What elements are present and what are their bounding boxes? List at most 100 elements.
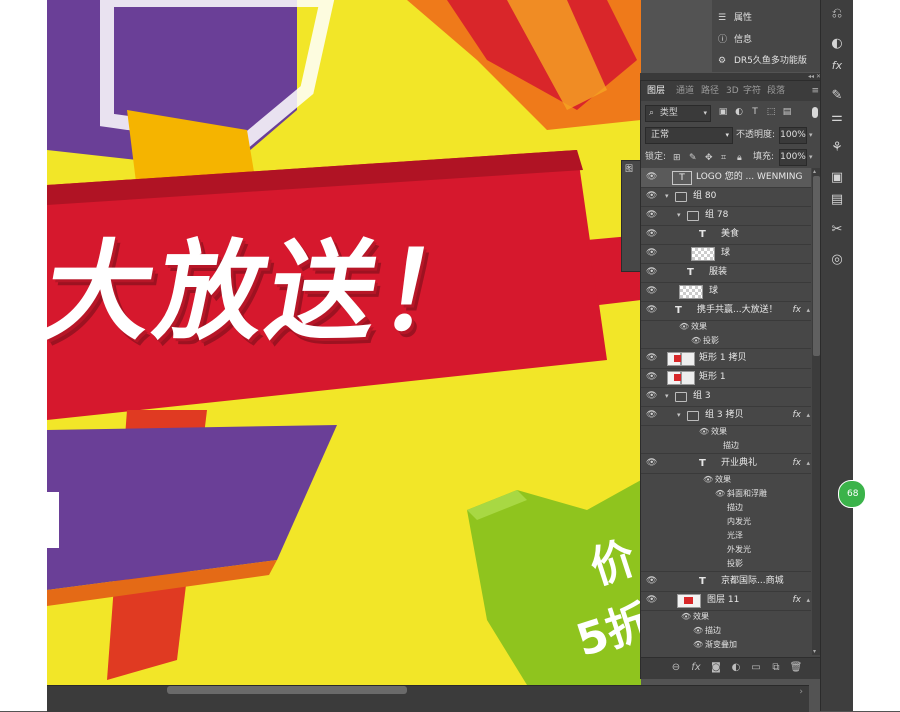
chevron-down-icon[interactable]: ▾ [809,131,813,139]
layer-row[interactable]: 👁︎ T 开业典礼 fx ▴ [641,454,811,474]
layer-row[interactable]: 👁︎ ▾ 组 80 [641,187,811,207]
layer-row[interactable]: 👁︎ 球 [641,282,811,302]
opacity-input[interactable]: 100% [779,127,807,144]
fx-icon[interactable]: fx [793,301,802,320]
eye-icon[interactable]: 👁︎ [646,406,657,425]
panel-item-properties[interactable]: ☰ 属性 [718,9,752,27]
document-icon[interactable]: ▤ [827,190,847,210]
effect-row[interactable]: 👁︎ 斜面和浮雕 [641,487,811,501]
sliders-icon[interactable]: ⚌ [827,108,847,128]
eye-icon[interactable]: 👁︎ [646,454,657,473]
eye-icon[interactable]: 👁︎ [646,244,657,263]
chevron-down-icon[interactable]: ▾ [809,153,813,161]
lock-artboard-icon[interactable]: ⌗ [721,151,726,166]
tab-3d[interactable]: 3D [726,81,739,101]
chevron-down-icon[interactable]: ▾ [665,187,669,206]
eye-icon[interactable]: 👁︎ [715,487,725,501]
effect-row[interactable]: 光泽 [641,529,811,543]
filter-text-icon[interactable]: T [749,105,761,120]
eye-icon[interactable]: 👁︎ [693,624,703,638]
add-mask-icon[interactable]: ◙ [709,661,723,675]
eye-icon[interactable]: 👁︎ [646,187,657,206]
fx-icon[interactable]: fx [793,591,802,610]
navigator-icon[interactable]: ▣ [827,168,847,188]
eye-icon[interactable]: 👁︎ [646,282,657,301]
chevron-up-icon[interactable]: ▴ [806,406,810,425]
tab-layers[interactable]: 图层 [647,81,665,101]
floating-panel[interactable]: 图 [621,160,642,272]
eye-icon[interactable]: 👁︎ [646,387,657,406]
new-layer-icon[interactable]: ⧉ [769,661,783,675]
scroll-right-icon[interactable]: › [799,687,803,697]
effect-row[interactable]: 外发光 [641,543,811,557]
tab-character[interactable]: 字符 [743,81,761,101]
lock-move-icon[interactable]: ✥ [705,151,713,166]
effect-row[interactable]: 👁︎ 效果 [641,473,811,487]
fx-icon[interactable]: fx [793,406,802,425]
adjust-icon[interactable]: ◐ [827,34,847,54]
eye-icon[interactable]: 👁︎ [703,473,713,487]
filter-toggle[interactable] [812,107,818,118]
scroll-up-icon[interactable]: ▴ [813,168,816,175]
panel-collapse-bar[interactable]: ◂◂ ✕ [640,73,821,80]
fx-icon[interactable]: fx [793,454,802,473]
layer-row[interactable]: 👁︎ T 美食 [641,225,811,245]
3d-icon[interactable]: ◎ [827,250,847,270]
tab-paragraph[interactable]: 段落 [767,81,785,101]
scroll-thumb[interactable] [813,176,820,356]
tools-icon[interactable]: ✂ [827,220,847,240]
eye-icon[interactable]: 👁︎ [699,425,709,439]
notification-badge[interactable]: 68 [838,480,866,508]
eye-icon[interactable]: 👁︎ [646,591,657,610]
document-canvas[interactable]: 大放送！ 价 5折 [47,0,641,685]
layer-row[interactable]: 👁︎ ▾ 组 3 拷贝 fx ▴ [641,406,811,426]
filter-pixel-icon[interactable]: ▣ [717,105,729,120]
lock-all-icon[interactable]: 🔒︎ [737,151,742,166]
eye-icon[interactable]: 👁︎ [679,320,689,334]
chevron-down-icon[interactable]: ▾ [677,206,681,225]
eye-icon[interactable]: 👁︎ [646,349,657,368]
blend-mode-select[interactable]: 正常 ▾ [645,127,733,144]
scroll-down-icon[interactable]: ▾ [813,648,816,655]
filter-adjustment-icon[interactable]: ◐ [733,105,745,120]
layer-row[interactable]: 👁︎ ▾ 组 3 [641,387,811,407]
panel-item-plugin[interactable]: ⚙ DR5久鱼多功能版 [718,52,807,70]
eye-icon[interactable]: 👁︎ [646,572,657,591]
fill-input[interactable]: 100% [779,149,807,166]
effect-row[interactable]: 👁︎ 效果 [641,320,811,334]
effect-row[interactable]: 👁︎ 效果 [641,425,811,439]
layer-row[interactable]: 👁︎ 球 [641,244,811,264]
layer-row[interactable]: 👁︎ T 京都国际...商城 [641,572,811,592]
layer-row[interactable]: 👁︎ 矩形 1 [641,368,811,388]
filter-shape-icon[interactable]: ⬚ [765,105,777,120]
trash-icon[interactable]: 🗑︎ [789,661,803,675]
history-icon[interactable]: ⎌ [827,4,847,24]
brush-icon[interactable]: ✎ [827,86,847,106]
link-layers-icon[interactable]: ⊖ [669,661,683,675]
eye-icon[interactable]: 👁︎ [646,225,657,244]
new-adjustment-icon[interactable]: ◐ [729,661,743,675]
effect-row[interactable]: 描边 [641,439,811,454]
effect-row[interactable]: 内发光 [641,515,811,529]
fx-icon[interactable]: fx [827,56,847,76]
panel-menu-icon[interactable]: ≡ [811,81,819,101]
eye-icon[interactable]: 👁︎ [681,610,691,624]
horizontal-scrollbar[interactable]: › [47,685,809,712]
tab-channels[interactable]: 通道 [676,81,694,101]
lock-brush-icon[interactable]: ✎ [689,151,697,166]
filter-smartobject-icon[interactable]: ▤ [781,105,793,120]
eye-icon[interactable]: 👁︎ [693,638,703,652]
new-group-icon[interactable]: ▭ [749,661,763,675]
eye-icon[interactable]: 👁︎ [691,334,701,348]
tab-paths[interactable]: 路径 [701,81,719,101]
clone-icon[interactable]: ⚘ [827,138,847,158]
eye-icon[interactable]: 👁︎ [646,263,657,282]
effect-row[interactable]: 👁︎ 渐变叠加 [641,638,811,652]
eye-icon[interactable]: 👁︎ [646,206,657,225]
layer-row[interactable]: 👁︎ ▾ 组 78 [641,206,811,226]
chevron-up-icon[interactable]: ▴ [806,454,810,473]
chevron-up-icon[interactable]: ▴ [806,591,810,610]
chevron-down-icon[interactable]: ▾ [677,406,681,425]
effect-row[interactable]: 👁︎ 描边 [641,624,811,638]
layer-row[interactable]: 👁︎ 图层 11 fx ▴ [641,591,811,611]
